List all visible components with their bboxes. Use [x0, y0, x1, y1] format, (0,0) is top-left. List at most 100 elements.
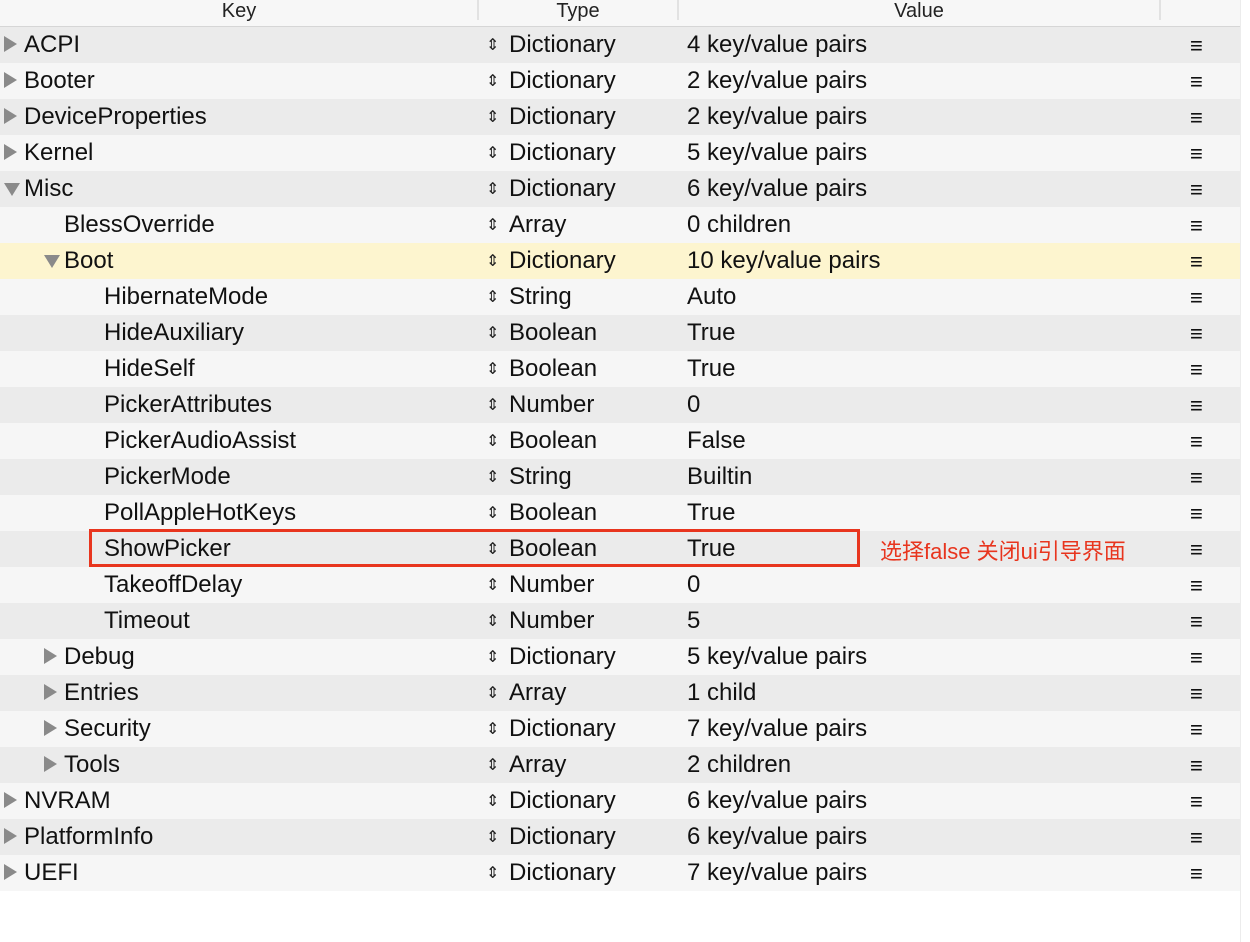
row-key[interactable]: NVRAM	[24, 783, 111, 819]
row-type-popup[interactable]: Array	[509, 747, 566, 783]
outline-row[interactable]: TakeoffDelay ⇕ Number 0 ≡	[0, 567, 1240, 603]
row-key[interactable]: HibernateMode	[104, 279, 268, 315]
outline-row[interactable]: HibernateMode ⇕ String Auto ≡	[0, 279, 1240, 315]
row-type-popup[interactable]: Dictionary	[509, 243, 616, 279]
row-menu-icon[interactable]: ≡	[1190, 639, 1203, 675]
row-value[interactable]: 0	[687, 567, 700, 603]
row-type-popup[interactable]: Dictionary	[509, 783, 616, 819]
row-menu-icon[interactable]: ≡	[1190, 603, 1203, 639]
disclosure-triangle-collapsed-icon[interactable]	[4, 36, 17, 52]
type-popup-arrows-icon[interactable]: ⇕	[486, 819, 499, 855]
row-key[interactable]: PickerAttributes	[104, 387, 272, 423]
row-type-popup[interactable]: Boolean	[509, 351, 597, 387]
row-menu-icon[interactable]: ≡	[1190, 423, 1203, 459]
row-key[interactable]: ShowPicker	[104, 531, 231, 567]
type-popup-arrows-icon[interactable]: ⇕	[486, 567, 499, 603]
type-popup-arrows-icon[interactable]: ⇕	[486, 351, 499, 387]
row-type-popup[interactable]: Dictionary	[509, 711, 616, 747]
row-menu-icon[interactable]: ≡	[1190, 171, 1203, 207]
row-menu-icon[interactable]: ≡	[1190, 351, 1203, 387]
row-value[interactable]: 5	[687, 603, 700, 639]
outline-row[interactable]: PickerAttributes ⇕ Number 0 ≡	[0, 387, 1240, 423]
row-menu-icon[interactable]: ≡	[1190, 711, 1203, 747]
row-key[interactable]: HideSelf	[104, 351, 195, 387]
outline-row[interactable]: Booter ⇕ Dictionary 2 key/value pairs ≡	[0, 63, 1240, 99]
row-key[interactable]: DeviceProperties	[24, 99, 207, 135]
outline-row[interactable]: BlessOverride ⇕ Array 0 children ≡	[0, 207, 1240, 243]
row-key[interactable]: Security	[64, 711, 151, 747]
type-popup-arrows-icon[interactable]: ⇕	[486, 63, 499, 99]
type-popup-arrows-icon[interactable]: ⇕	[486, 855, 499, 891]
type-popup-arrows-icon[interactable]: ⇕	[486, 243, 499, 279]
disclosure-triangle-expanded-icon[interactable]	[44, 255, 60, 268]
column-divider[interactable]	[1159, 0, 1161, 20]
outline-row[interactable]: PickerMode ⇕ String Builtin ≡	[0, 459, 1240, 495]
row-key[interactable]: Boot	[64, 243, 113, 279]
type-popup-arrows-icon[interactable]: ⇕	[486, 747, 499, 783]
row-type-popup[interactable]: Boolean	[509, 315, 597, 351]
column-header-type[interactable]: Type	[479, 0, 677, 22]
row-menu-icon[interactable]: ≡	[1190, 315, 1203, 351]
row-type-popup[interactable]: Number	[509, 603, 594, 639]
row-key[interactable]: Timeout	[104, 603, 190, 639]
disclosure-triangle-collapsed-icon[interactable]	[44, 684, 57, 700]
outline-row[interactable]: Entries ⇕ Array 1 child ≡	[0, 675, 1240, 711]
row-key[interactable]: Booter	[24, 63, 95, 99]
row-type-popup[interactable]: Dictionary	[509, 99, 616, 135]
outline-row[interactable]: PlatformInfo ⇕ Dictionary 6 key/value pairs…	[0, 819, 1240, 855]
row-type-popup[interactable]: Array	[509, 675, 566, 711]
row-value[interactable]: Builtin	[687, 459, 752, 495]
row-key[interactable]: Kernel	[24, 135, 93, 171]
row-menu-icon[interactable]: ≡	[1190, 459, 1203, 495]
row-key[interactable]: PollAppleHotKeys	[104, 495, 296, 531]
disclosure-triangle-collapsed-icon[interactable]	[4, 72, 17, 88]
row-key[interactable]: Debug	[64, 639, 135, 675]
row-menu-icon[interactable]: ≡	[1190, 675, 1203, 711]
outline-row[interactable]: ACPI ⇕ Dictionary 4 key/value pairs ≡	[0, 27, 1240, 63]
disclosure-triangle-collapsed-icon[interactable]	[4, 828, 17, 844]
type-popup-arrows-icon[interactable]: ⇕	[486, 675, 499, 711]
type-popup-arrows-icon[interactable]: ⇕	[486, 783, 499, 819]
outline-row[interactable]: DeviceProperties ⇕ Dictionary 2 key/value p…	[0, 99, 1240, 135]
row-key[interactable]: PlatformInfo	[24, 819, 153, 855]
row-key[interactable]: ACPI	[24, 27, 80, 63]
outline-row[interactable]: UEFI ⇕ Dictionary 7 key/value pairs ≡	[0, 855, 1240, 891]
type-popup-arrows-icon[interactable]: ⇕	[486, 495, 499, 531]
row-type-popup[interactable]: Boolean	[509, 531, 597, 567]
disclosure-triangle-collapsed-icon[interactable]	[4, 864, 17, 880]
outline-row[interactable]: Security ⇕ Dictionary 7 key/value pairs ≡	[0, 711, 1240, 747]
row-value[interactable]: True	[687, 351, 735, 387]
row-type-popup[interactable]: Boolean	[509, 423, 597, 459]
outline-row[interactable]: Timeout ⇕ Number 5 ≡	[0, 603, 1240, 639]
type-popup-arrows-icon[interactable]: ⇕	[486, 207, 499, 243]
row-type-popup[interactable]: Dictionary	[509, 63, 616, 99]
disclosure-triangle-expanded-icon[interactable]	[4, 183, 20, 196]
outline-row[interactable]: Boot ⇕ Dictionary 10 key/value pairs ≡	[0, 243, 1240, 279]
row-key[interactable]: PickerMode	[104, 459, 231, 495]
type-popup-arrows-icon[interactable]: ⇕	[486, 531, 499, 567]
type-popup-arrows-icon[interactable]: ⇕	[486, 171, 499, 207]
row-type-popup[interactable]: Dictionary	[509, 171, 616, 207]
row-type-popup[interactable]: Number	[509, 387, 594, 423]
row-value[interactable]: 0 children	[687, 207, 791, 243]
row-type-popup[interactable]: Dictionary	[509, 27, 616, 63]
column-header-value[interactable]: Value	[679, 0, 1159, 22]
type-popup-arrows-icon[interactable]: ⇕	[486, 423, 499, 459]
type-popup-arrows-icon[interactable]: ⇕	[486, 27, 499, 63]
disclosure-triangle-collapsed-icon[interactable]	[44, 720, 57, 736]
row-menu-icon[interactable]: ≡	[1190, 531, 1203, 567]
outline-row[interactable]: HideAuxiliary ⇕ Boolean True ≡	[0, 315, 1240, 351]
row-value[interactable]: True	[687, 495, 735, 531]
row-menu-icon[interactable]: ≡	[1190, 783, 1203, 819]
outline-row[interactable]: Kernel ⇕ Dictionary 5 key/value pairs ≡	[0, 135, 1240, 171]
outline-row[interactable]: HideSelf ⇕ Boolean True ≡	[0, 351, 1240, 387]
row-key[interactable]: Entries	[64, 675, 139, 711]
row-menu-icon[interactable]: ≡	[1190, 747, 1203, 783]
outline-row[interactable]: Tools ⇕ Array 2 children ≡	[0, 747, 1240, 783]
row-menu-icon[interactable]: ≡	[1190, 495, 1203, 531]
row-value[interactable]: Auto	[687, 279, 736, 315]
row-menu-icon[interactable]: ≡	[1190, 63, 1203, 99]
outline-row[interactable]: Misc ⇕ Dictionary 6 key/value pairs ≡	[0, 171, 1240, 207]
row-key[interactable]: HideAuxiliary	[104, 315, 244, 351]
row-type-popup[interactable]: Dictionary	[509, 135, 616, 171]
